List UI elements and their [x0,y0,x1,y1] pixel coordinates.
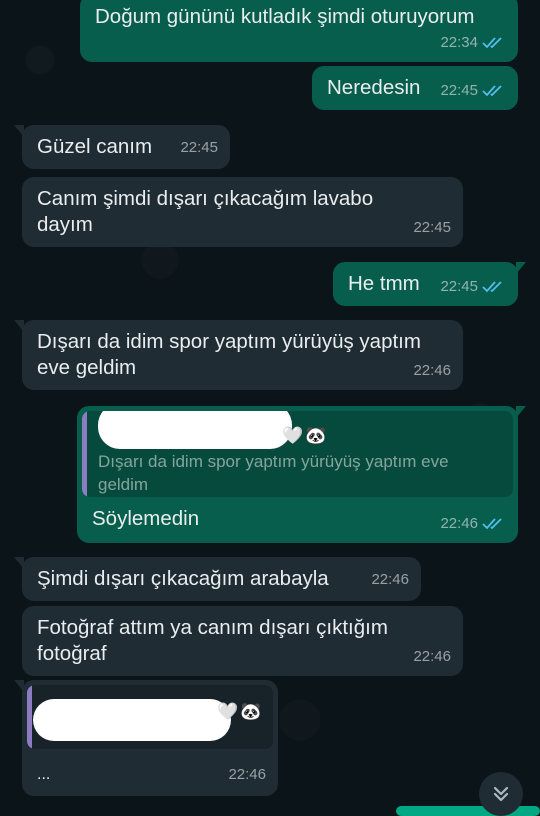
read-ticks-icon [482,281,502,293]
message-time: 22:46 [228,766,266,783]
message-time: 22:45 [440,82,478,99]
message-text: Güzel canım [37,135,153,158]
message-text: Neredesin [327,76,421,99]
bubble-tail [14,680,24,692]
redacted-sender-name [98,411,292,449]
incoming-message[interactable]: Canım şimdi dışarı çıkacağım lavabo dayı… [22,177,463,247]
outgoing-message[interactable]: Neredesin 22:45 [312,66,518,110]
message-meta: 22:45 [440,78,506,104]
message-text-line: Dışarı da idim spor yaptım yürüyüş yaptı… [37,330,421,353]
message-meta: 22:34 [440,30,506,56]
outgoing-message[interactable]: He tmm 22:45 [333,262,526,306]
message-text-line: eve geldim [37,356,137,379]
incoming-message[interactable]: Şimdi dışarı çıkacağım arabayla 22:46 [14,557,421,601]
message-time: 22:46 [371,571,409,588]
quoted-message[interactable]: 🤍🐼 Dışarı da idim spor yaptım yürüyüş ya… [82,411,513,497]
message-text-line: Fotoğraf attım ya canım dışarı çıktığım [37,616,388,639]
scroll-to-bottom-button[interactable] [479,772,523,816]
incoming-message[interactable]: Dışarı da idim spor yaptım yürüyüş yaptı… [14,320,463,390]
message-text: Şimdi dışarı çıkacağım arabayla [37,567,329,590]
bubble-tail [516,262,526,274]
quote-text-line: Dışarı da idim spor yaptım yürüyüş yaptı… [98,452,449,471]
message-time: 22:45 [180,139,218,156]
quote-accent-bar [82,411,87,497]
bubble-tail [14,557,24,569]
quote-sender-emoji: 🤍🐼 [282,426,329,445]
message-time: 22:46 [413,362,451,379]
incoming-message[interactable]: Güzel canım 22:45 [14,125,230,169]
quote-text-line: geldim [98,475,149,494]
message-meta: 22:46 [440,511,506,537]
read-ticks-icon [482,85,502,97]
message-meta: 22:46 [228,762,266,788]
message-text: He tmm [348,272,420,295]
quote-sender-emoji: 🤍🐼 [217,702,264,721]
message-text-line: fotoğraf [37,642,107,665]
message-meta: 22:46 [371,567,409,593]
message-text-line: Canım şimdi dışarı çıkacağım lavabo [37,187,374,210]
outgoing-message[interactable]: Doğum gününü kutladık şimdi oturuyorum 2… [80,0,518,62]
quote-accent-bar [27,685,32,749]
message-meta: 22:45 [413,215,451,241]
message-text: ... [37,766,51,783]
message-meta: 22:46 [413,644,451,670]
message-time: 22:46 [413,648,451,665]
message-time: 22:34 [440,34,478,51]
message-text: Söylemedin [92,507,200,530]
next-outgoing-bubble-edge [396,806,540,816]
message-time: 22:45 [440,278,478,295]
message-text-line: dayım [37,213,93,236]
message-time: 22:46 [440,515,478,532]
message-text: Doğum gününü kutladık şimdi oturuyorum [95,5,475,28]
read-ticks-icon [482,518,502,530]
message-meta: 22:45 [180,135,218,161]
message-time: 22:45 [413,219,451,236]
bubble-tail [14,320,24,332]
redacted-sender-name [33,699,231,741]
quoted-message[interactable]: 🤍🐼 [27,685,273,749]
message-meta: 22:46 [413,358,451,384]
incoming-message[interactable]: Fotoğraf attım ya canım dışarı çıktığım … [22,606,463,676]
read-ticks-icon [482,37,502,49]
message-meta: 22:45 [440,274,506,300]
incoming-reply-message[interactable]: 🤍🐼 ... 22:46 [14,680,278,796]
bubble-tail [14,125,24,137]
chevron-double-down-icon [493,786,509,802]
bubble-tail [516,406,526,418]
outgoing-reply-message[interactable]: 🤍🐼 Dışarı da idim spor yaptım yürüyüş ya… [77,406,526,543]
